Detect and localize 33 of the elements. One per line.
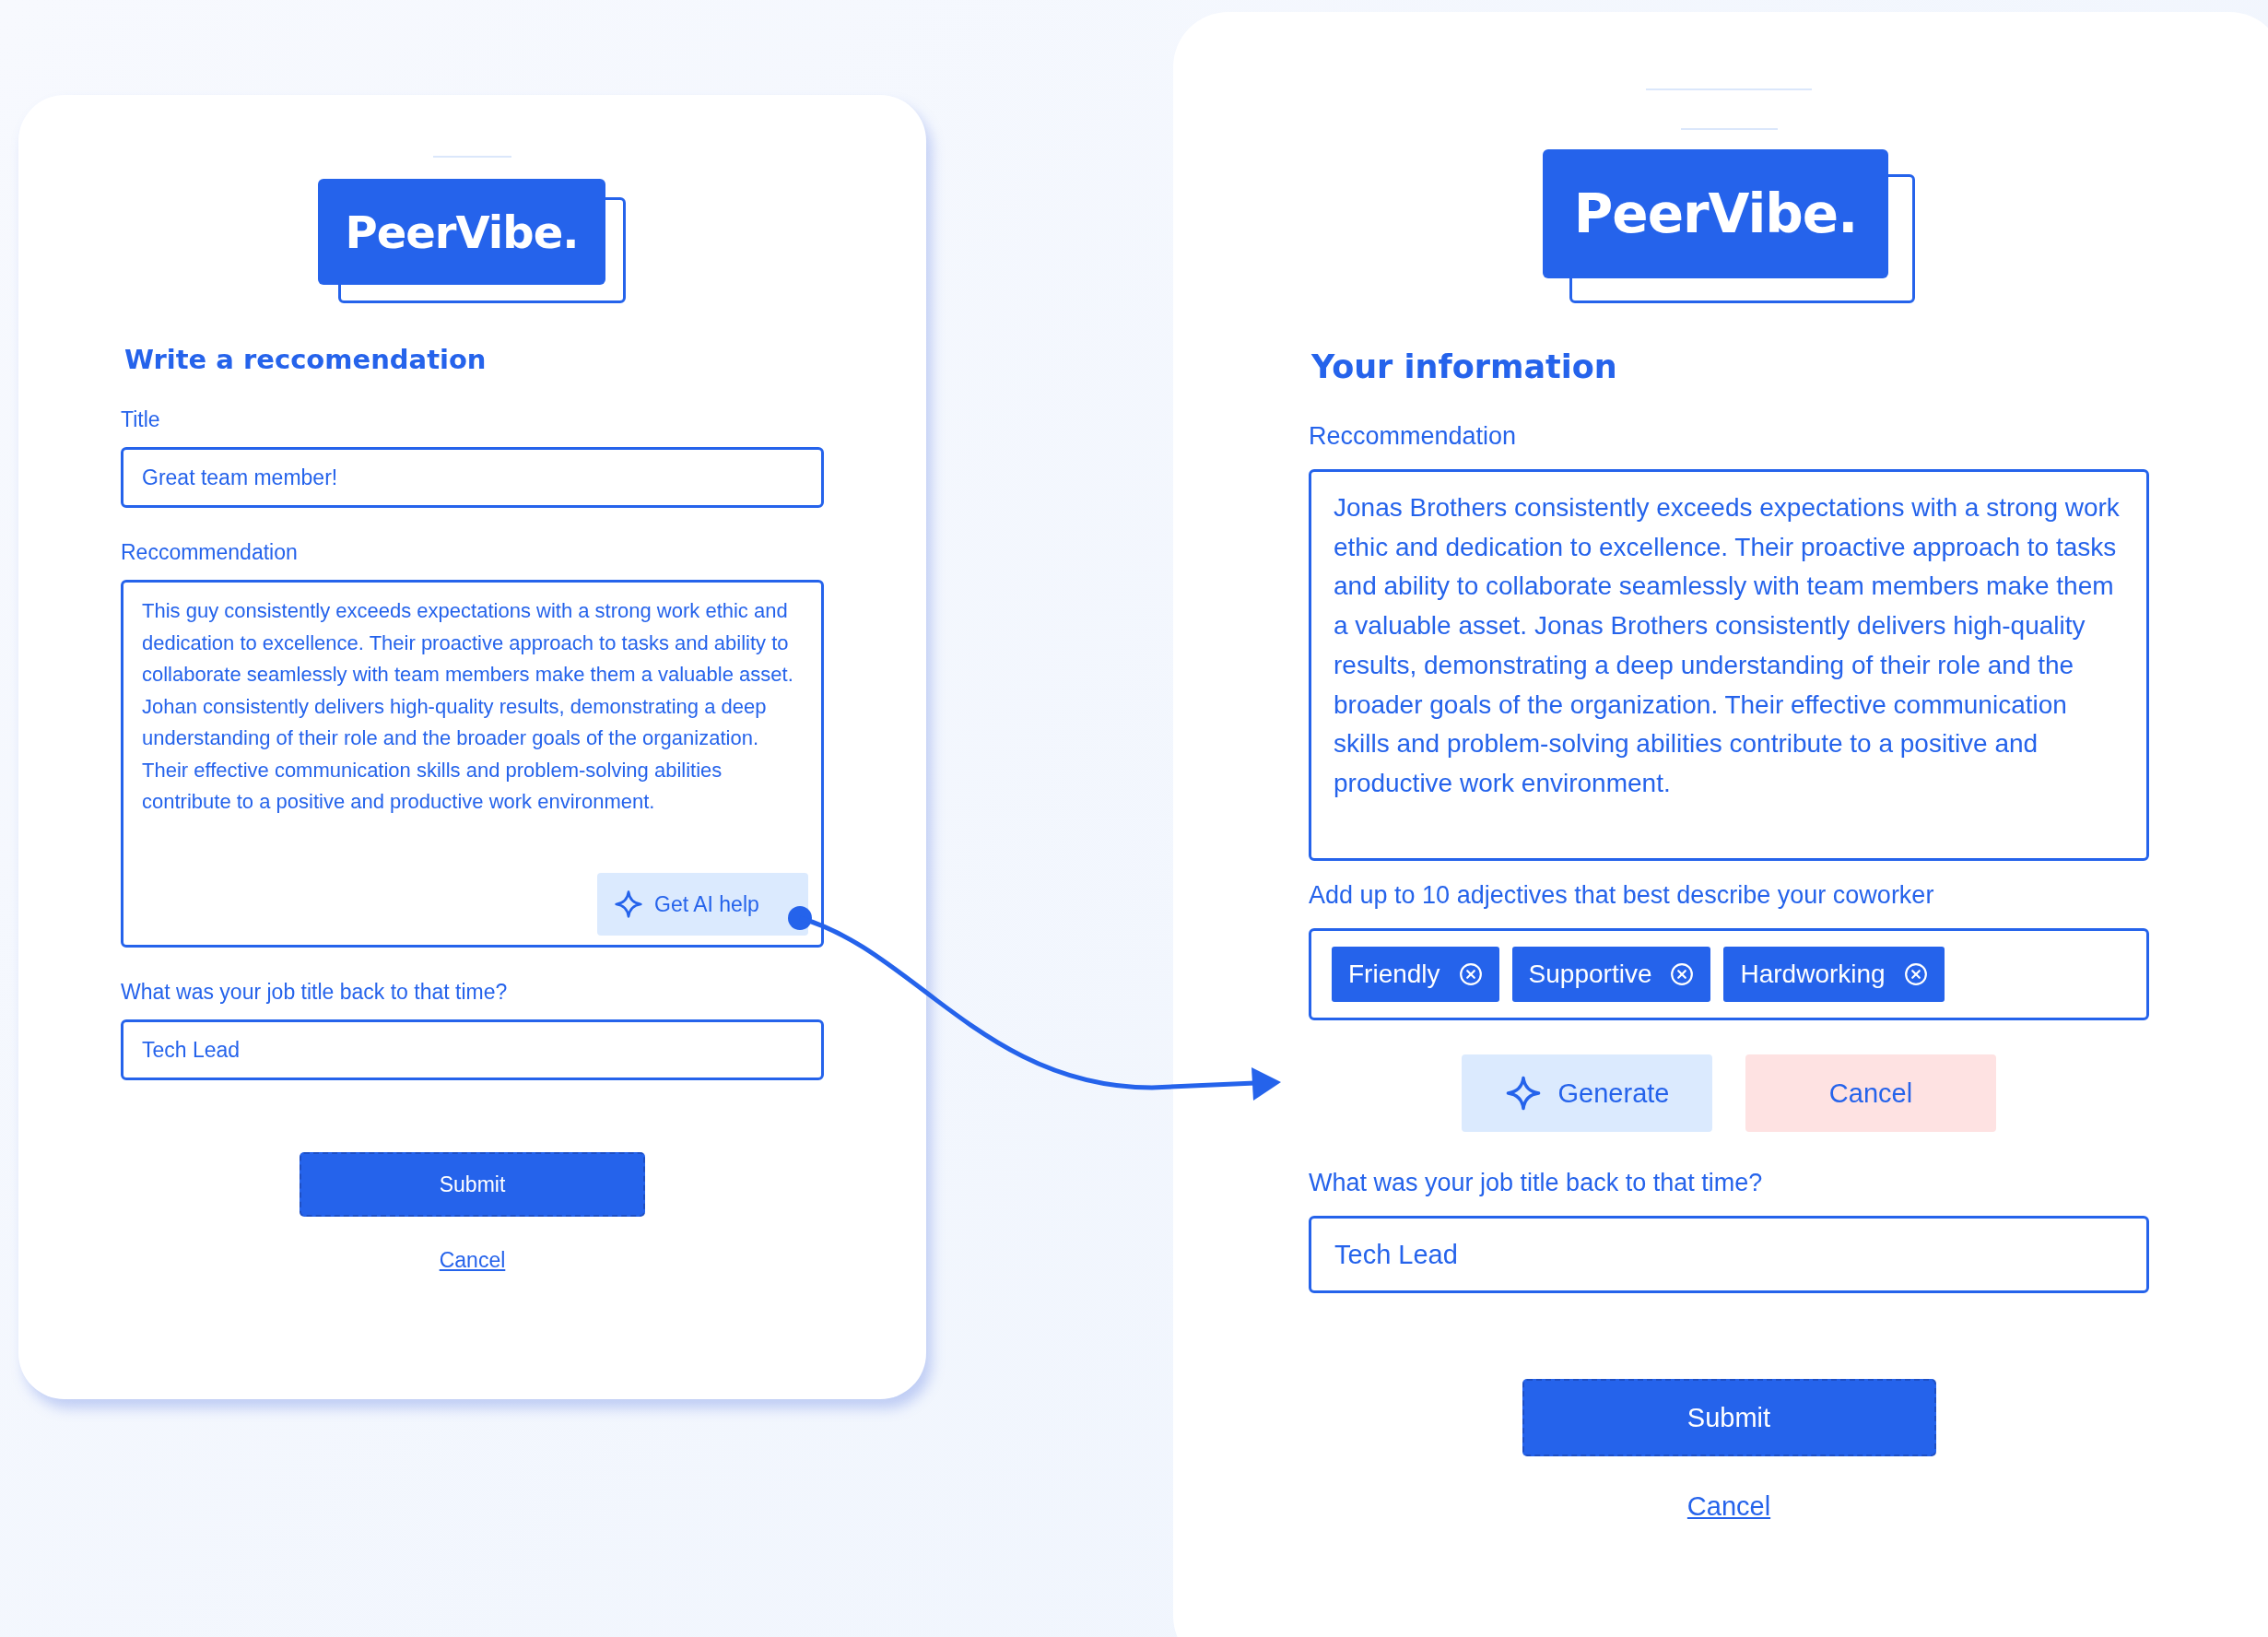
- ai-help-button[interactable]: Get AI help: [597, 873, 808, 936]
- sparkle-icon: [1504, 1075, 1542, 1112]
- field-label: Title: [121, 407, 161, 432]
- recommendation-text: Jonas Brothers consistently exceeds expectations with a strong work ethic and dedication to excellence. Their proactive approach to tasks and ability to collaborate seamlessly with team members make them a valuable asset. Jonas Brothers consistently delivers high-quality results, demonstrating a deep understanding of their role and the broader goals of the organization. Their effective communication skills and problem-solving abilities contribute to a positive and productive work environment.: [1334, 492, 2121, 799]
- adjective-tag[interactable]: Hardworking: [1723, 947, 1945, 1002]
- text-input[interactable]: Tech Lead: [121, 1019, 824, 1080]
- field-label: Reccommendation: [121, 540, 299, 565]
- adjective-tag[interactable]: Supportive: [1511, 947, 1711, 1002]
- field-label: Add up to 10 adjectives that best describe your coworker: [1309, 881, 1935, 910]
- remove-icon[interactable]: [1670, 962, 1695, 986]
- generate-button[interactable]: Generate: [1462, 1054, 1712, 1132]
- adjective-tag[interactable]: Friendly: [1332, 947, 1499, 1002]
- field-label: Reccommendation: [1309, 422, 1518, 451]
- field-label: What was your job title back to that time?: [121, 980, 509, 1005]
- submit-button[interactable]: Submit: [300, 1152, 645, 1217]
- form-heading: Write a reccomendation: [123, 344, 488, 375]
- cancel-link[interactable]: Cancel: [1686, 1491, 1771, 1522]
- sparkle-icon: [614, 889, 643, 919]
- field-label: What was your job title back to that time?: [1309, 1169, 1764, 1197]
- recommendation-field[interactable]: [1309, 469, 2149, 861]
- cancel-link[interactable]: Cancel: [439, 1248, 506, 1273]
- text-input[interactable]: Great team member!: [121, 447, 824, 508]
- recommendation-text: This guy consistently exceeds expectations with a strong work ethic and dedication to excellence. Their proactive approach to tasks and ability to collaborate seamlessly with team members make them a valuable asset. Johan consistently delivers high-quality results, demonstrating a deep understanding of their role and the broader goals of the organization. Their effective communication skills and problem-solving abilities contribute to a positive and productive work environment.: [142, 598, 794, 815]
- logo: PeerVibe.: [1543, 149, 1888, 278]
- adjectives-field[interactable]: Friendly Supportive Hardworking: [1309, 928, 2149, 1020]
- text-input[interactable]: Tech Lead: [1309, 1216, 2149, 1293]
- form-heading: Your information: [1310, 348, 1618, 385]
- logo: PeerVibe.: [318, 179, 605, 285]
- submit-button[interactable]: Submit: [1522, 1379, 1936, 1456]
- cancel-button[interactable]: Cancel: [1745, 1054, 1996, 1132]
- remove-icon[interactable]: [1458, 962, 1483, 986]
- remove-icon[interactable]: [1903, 962, 1928, 986]
- recommendation-field[interactable]: [121, 580, 824, 948]
